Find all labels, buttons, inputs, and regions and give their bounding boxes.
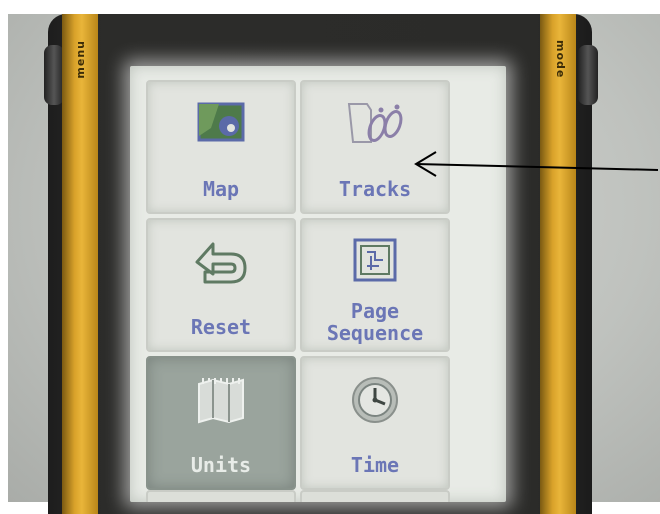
device-trim-right	[540, 14, 576, 514]
menu-tile-partial[interactable]	[300, 490, 450, 502]
menu-tile-units[interactable]: Units	[146, 356, 296, 490]
menu-tile-label: Reset	[190, 315, 252, 339]
menu-tile-label: Units	[190, 453, 252, 477]
map-icon	[197, 102, 245, 142]
menu-tile-tracks[interactable]: Tracks	[300, 80, 450, 214]
footprints-icon	[347, 103, 403, 143]
main-menu-grid: Map Tracks Reset Page Sequence Units Tim…	[146, 80, 450, 490]
side-knob-right	[578, 45, 598, 105]
ruler-map-icon	[198, 378, 244, 424]
reset-arrow-icon	[195, 242, 247, 284]
menu-tile-partial[interactable]	[146, 490, 296, 502]
annotation-arrow-icon	[414, 151, 659, 177]
menu-button-label[interactable]: menu	[74, 40, 87, 79]
next-row-tiles-partial	[146, 490, 450, 502]
lcd-screen: Map Tracks Reset Page Sequence Units Tim…	[130, 66, 506, 502]
menu-tile-reset[interactable]: Reset	[146, 218, 296, 352]
page-sequence-icon	[353, 238, 397, 282]
mode-button-label[interactable]: mode	[554, 40, 567, 78]
menu-tile-page-sequence[interactable]: Page Sequence	[300, 218, 450, 352]
menu-tile-label: Map	[202, 177, 240, 201]
menu-tile-label: Time	[350, 453, 400, 477]
side-knob-left	[44, 45, 64, 105]
menu-tile-map[interactable]: Map	[146, 80, 296, 214]
clock-icon	[352, 377, 398, 423]
menu-tile-time[interactable]: Time	[300, 356, 450, 490]
device-trim-left	[62, 14, 98, 514]
menu-tile-label: Page Sequence	[326, 299, 424, 345]
